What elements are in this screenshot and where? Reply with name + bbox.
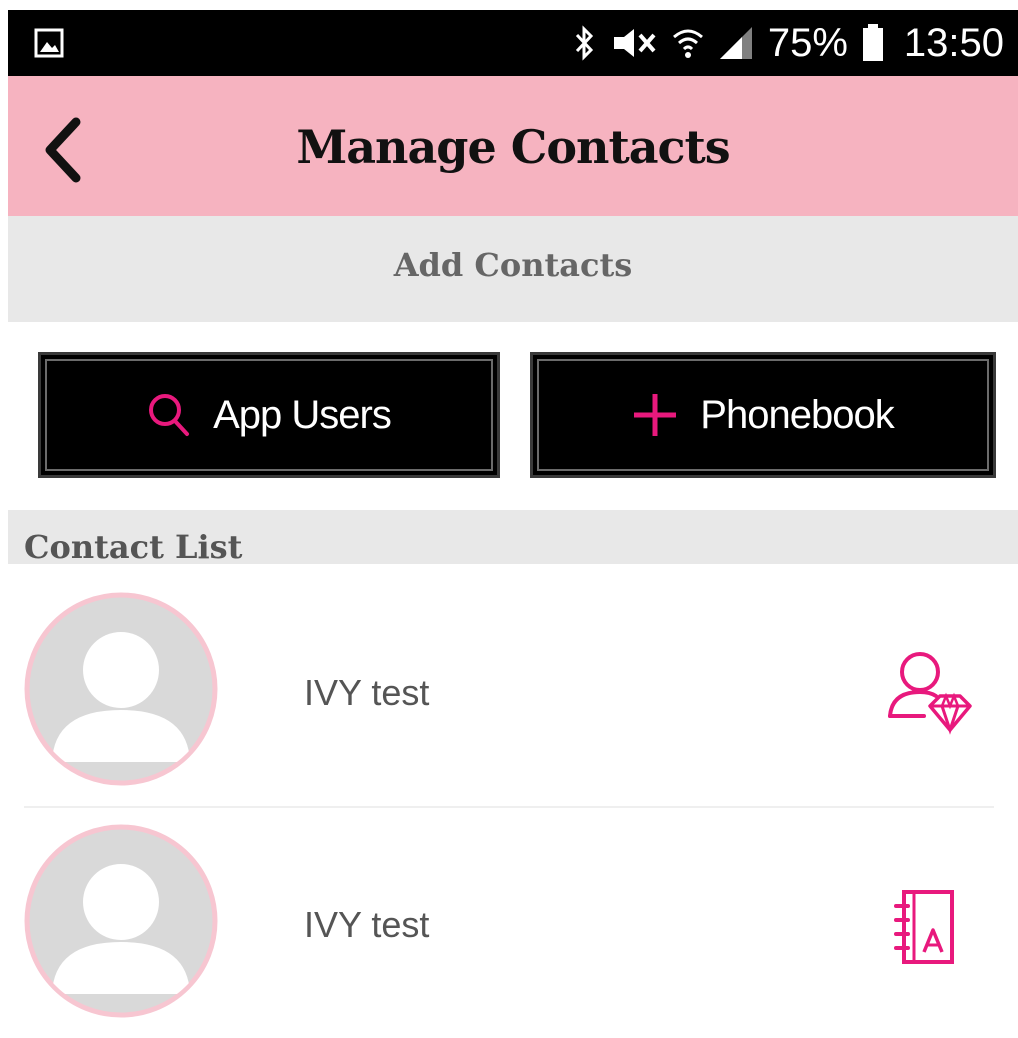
- contact-name: IVY test: [304, 904, 430, 945]
- list-item[interactable]: IVY test: [0, 808, 1018, 1038]
- status-time: 13:50: [903, 20, 1004, 65]
- signal-icon: [719, 27, 752, 59]
- app-users-label: App Users: [213, 392, 392, 437]
- contact-list-label: Contact List: [24, 528, 243, 566]
- gallery-icon: [34, 28, 64, 58]
- avatar: [24, 592, 218, 786]
- avatar: [24, 824, 218, 1018]
- battery-percent: 75%: [767, 20, 848, 65]
- contact-list-header: Contact List: [8, 510, 1018, 566]
- status-bar: 75% 13:50: [8, 10, 1018, 76]
- wifi-icon: [672, 29, 703, 58]
- diamond-user-icon[interactable]: [884, 650, 976, 740]
- status-icons: 75% 13:50: [574, 10, 1004, 76]
- add-contacts-label: Add Contacts: [393, 246, 633, 284]
- bluetooth-icon: [575, 25, 593, 61]
- plus-icon: [634, 394, 677, 436]
- battery-icon: [862, 24, 883, 61]
- app-users-button[interactable]: App Users: [38, 352, 500, 478]
- phonebook-label: Phonebook: [700, 392, 894, 437]
- mute-icon: [613, 29, 656, 57]
- address-book-icon[interactable]: [892, 888, 958, 966]
- phonebook-button[interactable]: Phonebook: [530, 352, 996, 478]
- search-icon: [149, 394, 190, 436]
- page-title: Manage Contacts: [296, 120, 730, 174]
- list-item[interactable]: IVY test: [0, 576, 1018, 806]
- app-bar: Manage Contacts: [8, 76, 1018, 216]
- add-contacts-header: Add Contacts: [8, 216, 1018, 322]
- contact-name: IVY test: [304, 672, 430, 713]
